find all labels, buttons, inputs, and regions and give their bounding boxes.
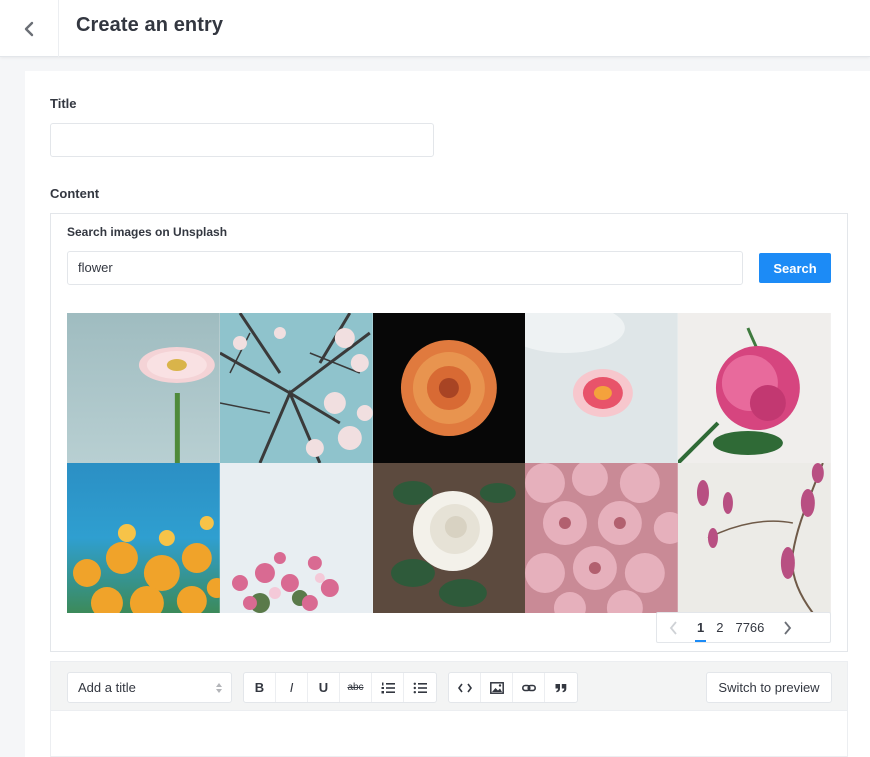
editor-toolbar: Add a title B I U abc Switch to preview (50, 661, 848, 711)
title-input[interactable] (50, 123, 434, 157)
page-title: Create an entry (76, 14, 224, 36)
magnolia-branch-photo (678, 463, 831, 613)
image-grid (67, 313, 831, 613)
image-tile[interactable] (67, 463, 220, 613)
bullet-list-icon (413, 682, 427, 693)
poppy-field-photo (67, 463, 220, 613)
numbered-list-button[interactable] (372, 673, 404, 702)
search-input[interactable]: flower (67, 251, 743, 285)
image-tile[interactable] (678, 313, 831, 463)
bullet-list-button[interactable] (404, 673, 436, 702)
chevron-left-icon (669, 620, 677, 635)
image-tile[interactable] (219, 313, 373, 463)
quote-icon (555, 683, 567, 692)
top-bar: Create an entry (0, 0, 870, 57)
select-arrows-icon (216, 683, 222, 693)
unsplash-panel: Search images on Unsplash flower Search (50, 213, 848, 652)
gerbera-daisy-photo (67, 313, 220, 463)
code-button[interactable] (449, 673, 481, 702)
prev-page-button[interactable] (657, 613, 691, 642)
cherry-blossom-branches-photo (219, 313, 373, 463)
image-tile[interactable] (67, 313, 220, 463)
heading-select-label: Add a title (78, 680, 136, 695)
switch-to-preview-button[interactable]: Switch to preview (706, 672, 832, 703)
entry-form-card: Title Content Search images on Unsplash … (25, 71, 870, 757)
chevron-left-icon (24, 21, 34, 36)
page-1[interactable]: 1 (691, 613, 710, 642)
unsplash-label: Search images on Unsplash (67, 225, 228, 239)
link-button[interactable] (513, 673, 545, 702)
chevron-right-icon (784, 620, 792, 635)
back-button[interactable] (0, 0, 59, 57)
image-tile[interactable] (372, 313, 526, 463)
image-tile[interactable] (525, 463, 679, 613)
title-label: Title (50, 96, 77, 111)
content-label: Content (50, 186, 100, 201)
pink-carnations-photo (525, 463, 679, 613)
quote-button[interactable] (545, 673, 577, 702)
pagination: 1 2 7766 (656, 612, 831, 643)
page-2[interactable]: 2 (710, 613, 729, 642)
image-button[interactable] (481, 673, 513, 702)
next-page-button[interactable] (770, 613, 804, 642)
pink-rose-petal-photo (525, 313, 679, 463)
pink-peony-photo (678, 313, 831, 463)
image-tile[interactable] (525, 313, 679, 463)
code-icon (457, 683, 472, 692)
numbered-list-icon (381, 682, 395, 693)
image-tile[interactable] (372, 463, 526, 613)
image-icon (489, 681, 504, 694)
italic-button[interactable]: I (276, 673, 308, 702)
insert-group (448, 672, 578, 703)
image-tile[interactable] (219, 463, 373, 613)
content-editor[interactable] (50, 711, 848, 757)
strikethrough-button[interactable]: abc (340, 673, 372, 702)
heading-select[interactable]: Add a title (67, 672, 232, 703)
image-tile[interactable] (678, 463, 831, 613)
text-format-group: B I U abc (243, 672, 437, 703)
white-rose-photo (372, 463, 526, 613)
underline-button[interactable]: U (308, 673, 340, 702)
bold-button[interactable]: B (244, 673, 276, 702)
link-icon (521, 684, 536, 691)
pink-blossoms-photo (219, 463, 373, 613)
search-button[interactable]: Search (759, 253, 831, 283)
page-last[interactable]: 7766 (729, 613, 770, 642)
orange-dahlia-photo (372, 313, 526, 463)
